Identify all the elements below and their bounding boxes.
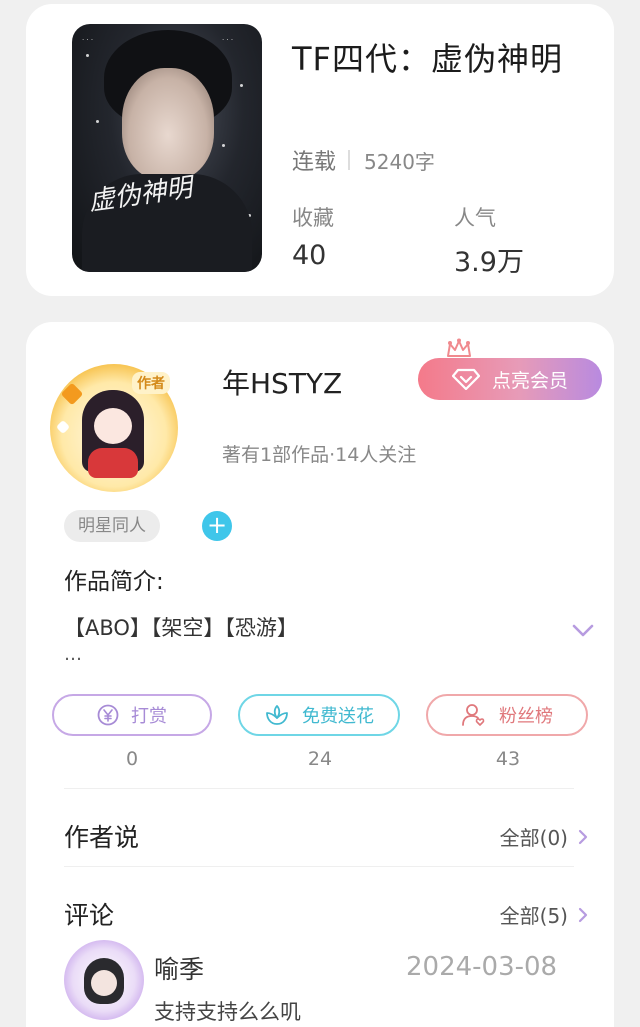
fans-rank-button[interactable]: 粉丝榜	[426, 694, 588, 736]
author-says-all-link[interactable]: 全部(0)	[500, 822, 588, 851]
author-says-all-label: 全部(0)	[499, 826, 568, 850]
author-badge: 作者	[132, 372, 170, 394]
status-divider	[348, 150, 351, 170]
serial-status: 连载	[292, 150, 337, 175]
comments-title: 评论	[64, 901, 115, 930]
diamond-icon	[451, 368, 480, 390]
vip-label: 点亮会员	[491, 369, 568, 392]
flower-icon	[266, 705, 288, 725]
collect-label: 收藏	[292, 206, 334, 230]
comment-date: 2024-03-08	[406, 952, 558, 982]
send-flower-button[interactable]: 免费送花	[238, 694, 400, 736]
chevron-right-icon	[578, 829, 588, 844]
commenter-name[interactable]: 喻季	[154, 950, 204, 986]
category-tag[interactable]: 明星同人	[64, 510, 160, 542]
collect-value: 40	[292, 240, 327, 271]
author-meta: 著有1部作品·14人关注	[222, 444, 417, 466]
book-title: TF四代：虚伪神明	[292, 40, 563, 78]
expand-chevron-icon[interactable]	[572, 624, 594, 638]
author-card: 作者 年HSTYZ 点亮会员 著有1部作品·14人关注 明星同人 + 作品简介:…	[26, 322, 614, 1027]
send-flower-label: 免费送花	[302, 706, 374, 727]
fans-rank-label: 粉丝榜	[499, 706, 553, 727]
author-avatar[interactable]: 作者	[50, 364, 178, 492]
book-status-row: 连载 5240字	[292, 144, 435, 176]
fans-count: 43	[495, 748, 521, 770]
intro-label: 作品简介:	[64, 569, 164, 595]
author-says-title: 作者说	[64, 823, 140, 852]
comments-all-label: 全部(5)	[499, 904, 568, 928]
book-info-card: · · · · · · 虚伪神明 TF四代：虚伪神明 连载 5240字 收藏 4…	[26, 4, 614, 296]
commenter-avatar[interactable]	[64, 940, 144, 1020]
intro-ellipsis: …	[64, 644, 82, 665]
chevron-right-icon	[578, 907, 588, 922]
popularity-label: 人气	[454, 206, 496, 230]
crown-icon	[447, 338, 471, 357]
book-cover[interactable]: · · · · · · 虚伪神明	[72, 24, 262, 272]
word-count: 5240字	[364, 149, 435, 174]
add-tag-button[interactable]: +	[202, 511, 232, 541]
author-name[interactable]: 年HSTYZ	[222, 362, 342, 402]
comments-all-link[interactable]: 全部(5)	[500, 900, 588, 929]
intro-text: 【ABO】【架空】【恐游】	[64, 616, 298, 640]
comment-text: 支持支持么么叽	[154, 1000, 301, 1024]
popularity-value: 3.9万	[454, 247, 524, 278]
vip-button[interactable]: 点亮会员	[418, 358, 602, 400]
fans-icon	[462, 704, 485, 726]
tip-label: 打赏	[131, 706, 167, 727]
divider	[64, 788, 574, 789]
tip-button[interactable]: 打赏	[52, 694, 212, 736]
flower-count: 24	[307, 748, 333, 770]
divider	[64, 866, 574, 867]
tip-count: 0	[125, 748, 139, 770]
yen-icon	[97, 704, 119, 726]
